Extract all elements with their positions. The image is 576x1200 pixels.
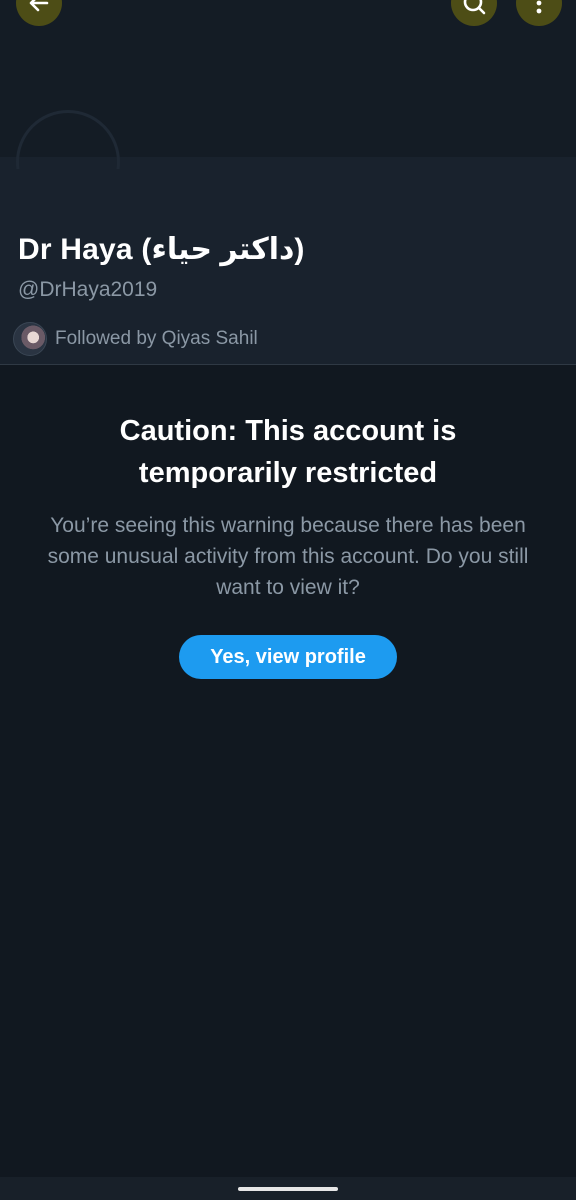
followed-by-row[interactable]: Followed by Qiyas Sahil — [13, 322, 258, 356]
follower-avatar — [13, 322, 47, 356]
followed-by-text: Followed by Qiyas Sahil — [55, 328, 258, 349]
user-handle: @DrHaya2019 — [18, 278, 158, 301]
view-profile-button[interactable]: Yes, view profile — [179, 635, 397, 679]
warning-title: Caution: This account is temporarily res… — [119, 415, 457, 489]
profile-screen: Dr Haya (داكتر حياء) @DrHaya2019 Followe… — [0, 0, 576, 1200]
divider — [0, 364, 576, 365]
home-indicator[interactable] — [238, 1187, 338, 1191]
display-name: Dr Haya (داكتر حياء) — [18, 233, 305, 266]
warning-message: You’re seeing this warning because there… — [47, 514, 529, 599]
arrow-left-icon — [27, 0, 51, 15]
more-vertical-icon — [535, 0, 543, 15]
search-icon — [461, 0, 487, 16]
